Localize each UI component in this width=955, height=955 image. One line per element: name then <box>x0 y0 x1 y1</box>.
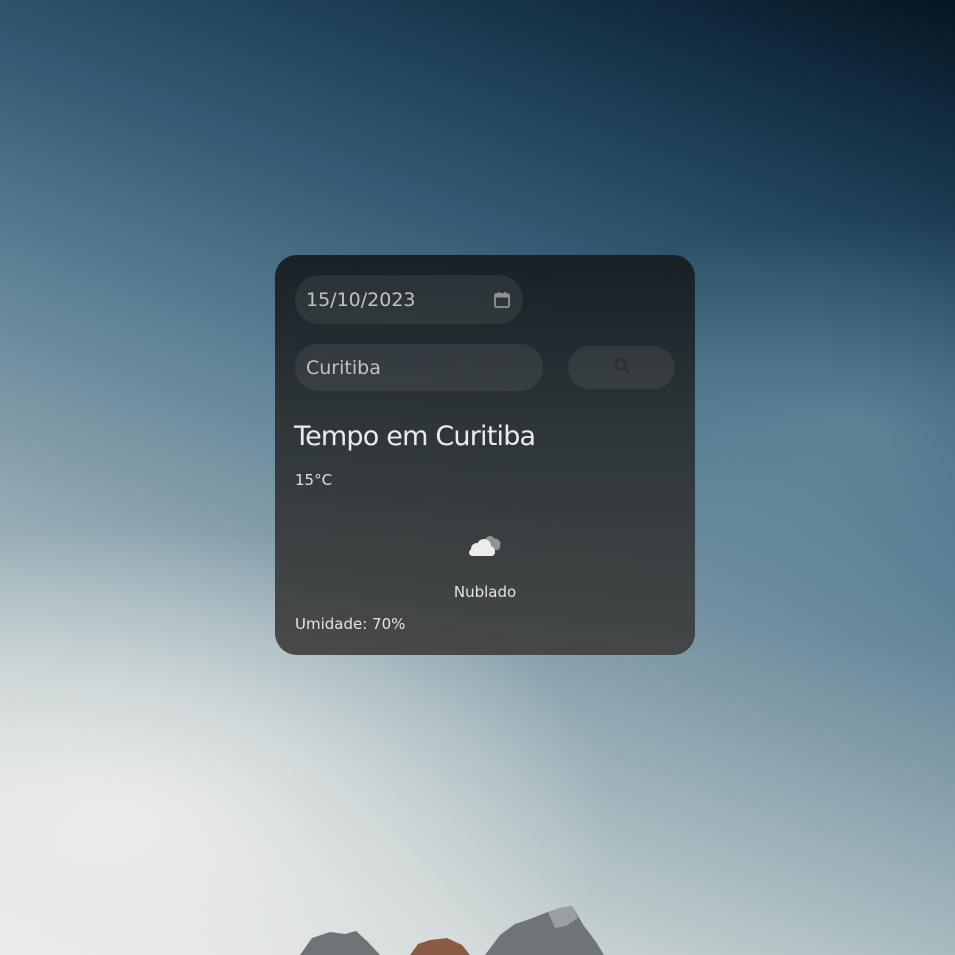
humidity: Umidade: 70% <box>295 615 406 633</box>
weather-condition: Nublado <box>453 583 517 601</box>
date-value: 15/10/2023 <box>306 288 416 311</box>
temperature: 15°C <box>295 471 333 489</box>
weather-card: 15/10/2023 Tempo em Curitiba 15°C <box>275 255 695 655</box>
date-field[interactable]: 15/10/2023 <box>295 275 523 324</box>
search-button[interactable] <box>568 346 675 389</box>
search-icon <box>613 357 631 378</box>
cloudy-icon <box>465 531 505 561</box>
weather-title: Tempo em Curitiba <box>294 421 536 452</box>
calendar-icon[interactable] <box>493 291 511 309</box>
city-input[interactable] <box>295 344 543 391</box>
